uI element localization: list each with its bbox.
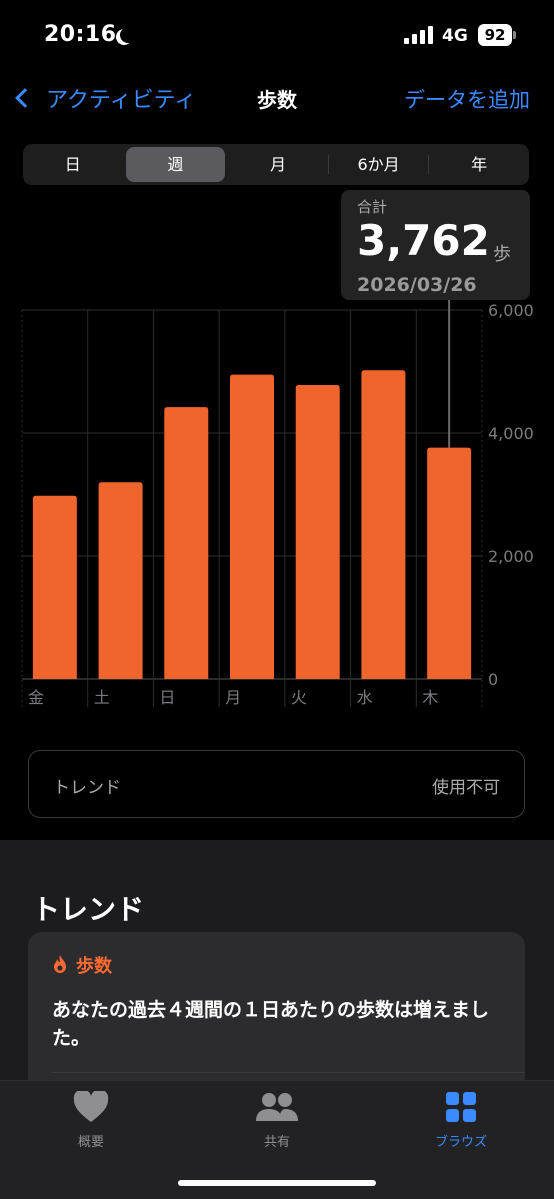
battery-tip — [513, 31, 516, 39]
tab-browse-label: ブラウズ — [434, 1135, 487, 1150]
card-text: あなたの過去４週間の１日あたりの歩数は増えました。 — [52, 999, 490, 1049]
tooltip-date: 2026/03/26 — [357, 274, 477, 296]
back-button[interactable]: アクティビティ — [12, 82, 196, 114]
tab-summary[interactable]: 概要 — [41, 1089, 141, 1150]
card-head-label: 歩数 — [76, 956, 112, 977]
y-tick-label: 4,000 — [488, 424, 534, 443]
y-tick-label: 6,000 — [488, 301, 534, 320]
nav-bar: アクティビティ 歩数 データを追加 — [0, 70, 554, 128]
card-divider — [52, 1072, 525, 1073]
flame-icon — [54, 955, 66, 973]
x-tick-label: 木 — [422, 688, 438, 707]
add-data-button[interactable]: データを追加 — [404, 84, 530, 114]
trend-row-value: 使用不可 — [432, 778, 500, 798]
people-icon — [256, 1093, 298, 1121]
x-tick-label: 火 — [291, 688, 307, 707]
tab-browse[interactable]: ブラウズ — [411, 1091, 511, 1150]
x-tick-label: 日 — [159, 688, 175, 707]
bar-3[interactable] — [230, 374, 274, 679]
back-label: アクティビティ — [46, 88, 197, 113]
grid-icon — [446, 1092, 476, 1122]
tab-sharing-label: 共有 — [263, 1135, 290, 1150]
bar-6[interactable] — [427, 447, 472, 679]
tab-sharing[interactable]: 共有 — [227, 1091, 327, 1150]
x-tick-label: 金 — [28, 688, 44, 707]
chart-panel: 日 週 月 6か月 年 0 2,000 4,000 6,000 金土日月火水木 合計 3… — [0, 128, 554, 840]
status-time: 20:16 — [44, 22, 117, 47]
bar-0[interactable] — [32, 495, 77, 679]
x-tick-label: 月 — [225, 688, 241, 707]
bar-1[interactable] — [98, 482, 143, 679]
tooltip-label: 合計 — [357, 198, 388, 216]
bar-4[interactable] — [295, 385, 340, 679]
network-type: 4G — [442, 26, 468, 46]
moon-icon — [120, 27, 136, 43]
card-header: 歩数 — [52, 952, 112, 978]
y-tick-label: 0 — [488, 670, 498, 689]
selection-tooltip: 合計 3,762 歩 2026/03/26 — [341, 190, 530, 300]
bar-2[interactable] — [164, 407, 209, 679]
section-title: トレンド — [32, 893, 145, 926]
y-tick-label: 2,000 — [488, 547, 534, 566]
chevron-left-icon — [15, 88, 35, 108]
trend-row-label: トレンド — [53, 778, 121, 798]
bar-5[interactable] — [361, 370, 406, 679]
status-bar: 20:16 4G 92 — [0, 0, 554, 70]
tooltip-unit: 歩 — [493, 244, 511, 265]
home-indicator — [178, 1180, 376, 1186]
tooltip-value: 3,762 — [357, 216, 490, 265]
trend-row[interactable]: トレンド 使用不可 — [28, 750, 525, 818]
battery-icon: 92 — [478, 24, 512, 46]
x-tick-label: 土 — [94, 688, 110, 707]
signal-icon — [404, 26, 434, 44]
tab-summary-label: 概要 — [77, 1135, 104, 1150]
x-tick-label: 水 — [357, 688, 373, 707]
heart-icon — [73, 1089, 109, 1122]
tab-bar: 概要 共有 ブラウズ — [0, 1080, 554, 1199]
